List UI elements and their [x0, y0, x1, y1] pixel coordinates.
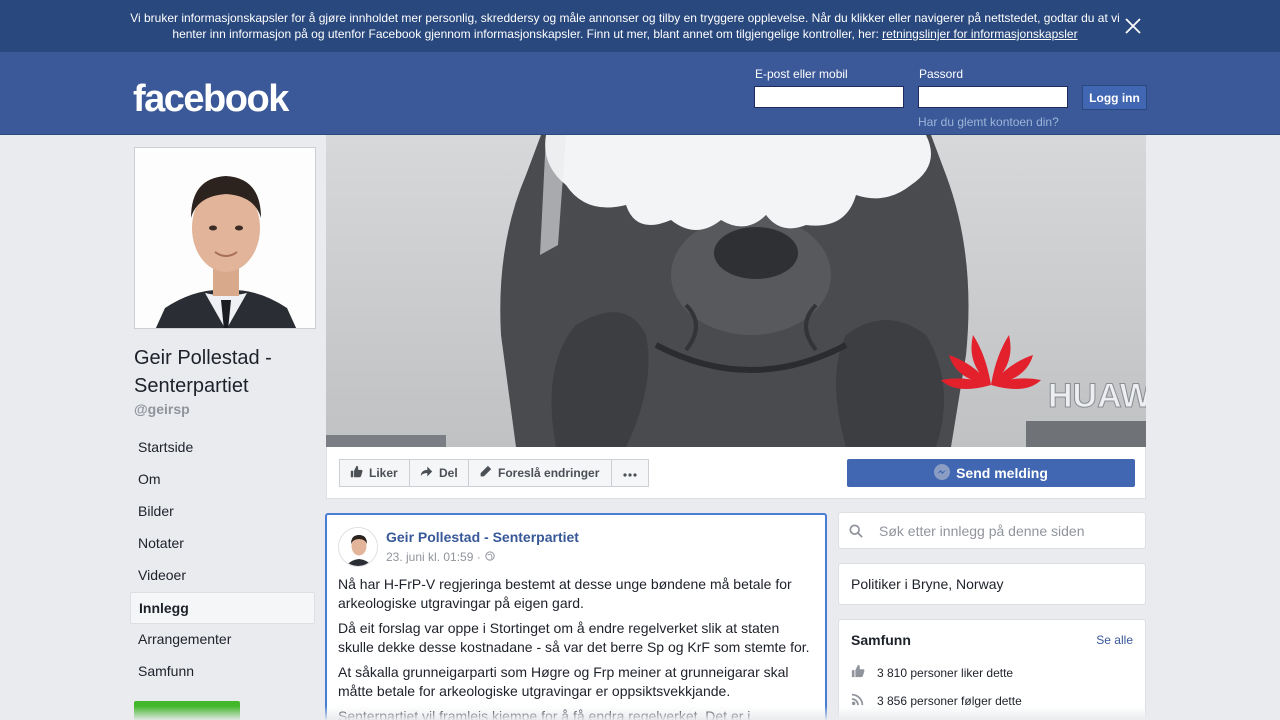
messenger-icon: [934, 463, 951, 483]
page-category-box: Politiker i Bryne, Norway: [838, 563, 1146, 605]
share-label: Del: [439, 466, 458, 480]
post-timestamp[interactable]: 23. juni kl. 01:59 ·: [386, 550, 495, 564]
post-paragraph: Nå har H-FrP-V regjeringa bestemt at des…: [338, 576, 792, 611]
login-button[interactable]: Logg inn: [1082, 85, 1147, 110]
send-message-button[interactable]: Send melding: [847, 459, 1135, 487]
create-page-button[interactable]: [134, 701, 240, 720]
suggest-edits-button[interactable]: Foreslå endringer: [468, 459, 612, 487]
facebook-logo[interactable]: facebook: [133, 78, 289, 121]
email-label: E-post eller mobil: [755, 67, 848, 81]
nav-item-startside[interactable]: Startside: [130, 432, 315, 464]
share-button[interactable]: Del: [409, 459, 469, 487]
page-title[interactable]: Geir Pollestad - Senterpartiet: [134, 344, 324, 400]
likes-stat: 3 810 personer liker dette: [851, 664, 1013, 681]
cookie-banner-text: Vi bruker informasjonskapsler for å gjør…: [130, 10, 1120, 42]
password-field[interactable]: [918, 86, 1068, 108]
thumbs-up-icon: [851, 664, 865, 681]
like-label: Liker: [369, 466, 398, 480]
close-icon[interactable]: [1123, 16, 1143, 36]
follows-stat: 3 856 personer følger dette: [851, 692, 1022, 709]
post-body: Nå har H-FrP-V regjeringa bestemt at des…: [338, 575, 816, 720]
share-arrow-icon: [420, 465, 433, 481]
thumbs-up-icon: [350, 465, 363, 481]
cover-sign-text: HUAW: [1048, 377, 1146, 415]
post-author-name[interactable]: Geir Pollestad - Senterpartiet: [386, 529, 579, 545]
email-field[interactable]: [754, 86, 904, 108]
page-action-bar: Liker Del Foreslå endringer Send melding: [326, 447, 1146, 499]
post-time-text: 23. juni kl. 01:59 ·: [386, 550, 481, 564]
nav-item-innlegg[interactable]: Innlegg: [130, 592, 315, 624]
nav-item-samfunn[interactable]: Samfunn: [130, 656, 315, 688]
globe-icon: [485, 550, 495, 564]
profile-picture[interactable]: [134, 147, 316, 329]
nav-item-arrangementer[interactable]: Arrangementer: [130, 624, 315, 656]
see-all-link[interactable]: Se alle: [1096, 633, 1133, 647]
cookie-policy-link[interactable]: retningslinjer for informasjonskapsler: [882, 27, 1077, 41]
page-category[interactable]: Politiker i Bryne, Norway: [851, 576, 1004, 592]
suggest-edits-label: Foreslå endringer: [498, 466, 600, 480]
password-label: Passord: [919, 67, 964, 81]
nav-item-videoer[interactable]: Videoer: [130, 560, 315, 592]
community-title: Samfunn: [851, 632, 911, 648]
likes-count: 3 810 personer liker dette: [877, 665, 1014, 680]
post-card: Geir Pollestad - Senterpartiet 23. juni …: [325, 513, 827, 720]
community-box: Samfunn Se alle 3 810 personer liker det…: [838, 619, 1146, 720]
search-icon: [849, 524, 863, 541]
send-message-label: Send melding: [956, 465, 1048, 481]
rss-icon: [851, 692, 865, 709]
more-options-button[interactable]: [611, 459, 649, 487]
page-post-search: [838, 512, 1146, 549]
page-handle[interactable]: @geirsp: [134, 401, 190, 417]
post-paragraph: Senterpartiet vil framleis kjempe for å …: [338, 708, 751, 720]
like-button[interactable]: Liker: [339, 459, 410, 487]
post-author-avatar[interactable]: [338, 527, 378, 567]
nav-item-notater[interactable]: Notater: [130, 528, 315, 560]
more-icon: [623, 466, 637, 480]
nav-item-om[interactable]: Om: [130, 464, 315, 496]
pencil-icon: [479, 465, 492, 481]
post-paragraph: At såkalla grunneigarparti som Høgre og …: [338, 664, 789, 699]
nav-item-bilder[interactable]: Bilder: [130, 496, 315, 528]
cookie-banner: Vi bruker informasjonskapsler for å gjør…: [0, 0, 1280, 52]
post-paragraph: Då eit forslag var oppe i Stortinget om …: [338, 620, 810, 655]
search-input[interactable]: [869, 513, 1139, 548]
page-nav: Startside Om Bilder Notater Videoer Innl…: [130, 432, 315, 688]
follows-count: 3 856 personer følger dette: [877, 693, 1022, 708]
cover-photo[interactable]: HUAW: [326, 135, 1146, 447]
forgot-account-link[interactable]: Har du glemt kontoen din?: [918, 115, 1059, 129]
